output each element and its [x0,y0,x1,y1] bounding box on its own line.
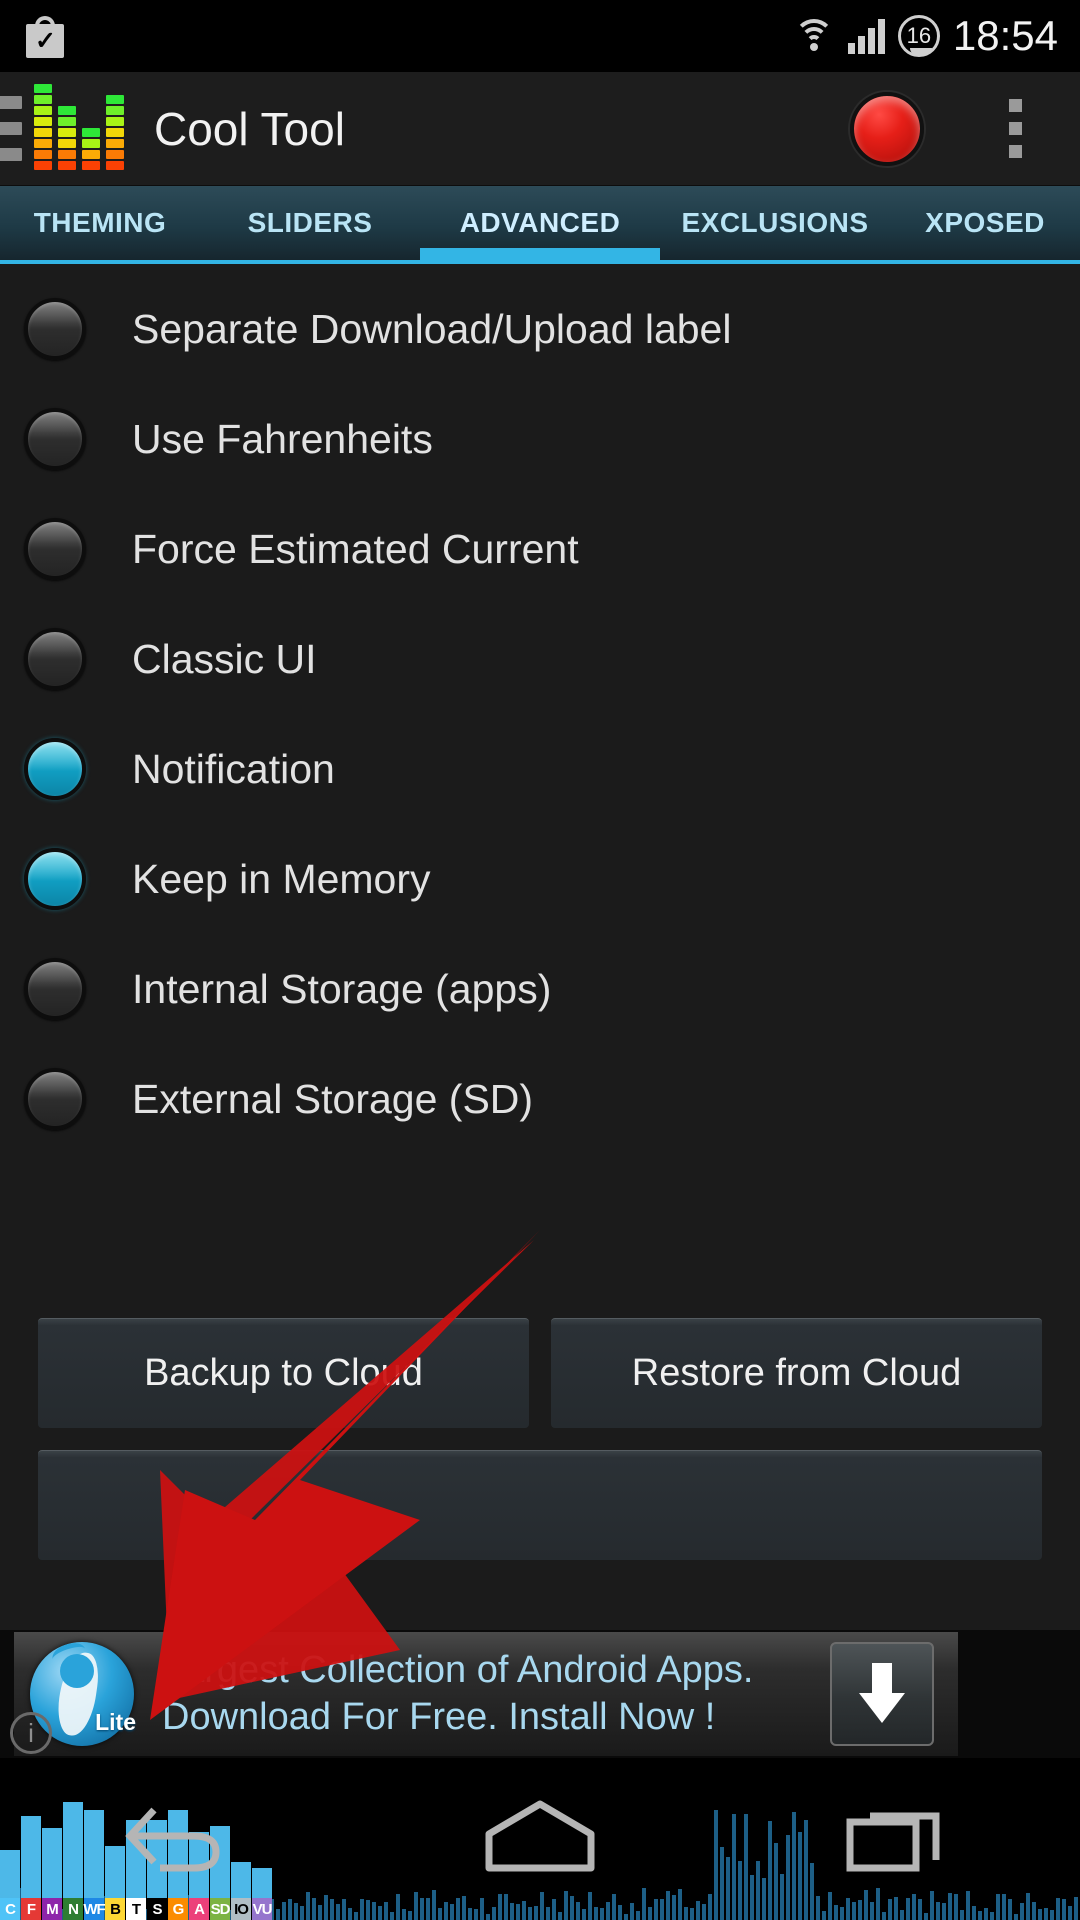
equalizer-bar [34,83,52,172]
tab-label: SLIDERS [247,207,373,238]
tab-theming[interactable]: THEMING [0,186,200,260]
setting-row[interactable]: Classic UI [0,604,1080,714]
setting-label: Keep in Memory [132,855,431,902]
battery-icon: 16 [897,15,940,57]
partial-button-left[interactable] [38,1450,1042,1560]
cloud-button-row-partial [0,1450,1080,1560]
setting-label: Internal Storage (apps) [132,965,552,1012]
tab-label: ADVANCED [459,207,621,238]
home-icon[interactable] [360,1758,720,1920]
status-bar-right: 16 18:54 [793,12,1058,60]
toggle-checkbox-icon[interactable] [24,298,86,360]
toggle-checkbox-icon[interactable] [24,848,86,910]
play-store-bag-icon: ✓ [26,14,64,58]
tab-label: XPOSED [925,207,1045,238]
setting-row[interactable]: External Storage (SD) [0,1044,1080,1154]
equalizer-bar [82,127,100,172]
status-clock: 18:54 [952,12,1058,59]
tab-label: EXCLUSIONS [681,207,869,238]
toggle-checkbox-icon[interactable] [24,958,86,1020]
ad-info-icon[interactable]: i [10,1712,52,1754]
ad-logo-badge: Lite [95,1709,136,1735]
toggle-checkbox-icon[interactable] [24,628,86,690]
setting-row[interactable]: Notification [0,714,1080,824]
settings-list: Separate Download/Upload label Use Fahren… [0,268,1080,1318]
toggle-checkbox-icon[interactable] [24,518,86,580]
recents-icon[interactable] [720,1758,1080,1920]
wifi-icon [793,18,835,54]
setting-label: Separate Download/Upload label [132,305,732,352]
cloud-button-row: Backup to Cloud Restore from Cloud [0,1318,1080,1428]
setting-row[interactable]: Separate Download/Upload label [0,274,1080,384]
tab-bar[interactable]: THEMING SLIDERS ADVANCED EXCLUSIONS XPOSED [0,186,1080,264]
setting-row[interactable]: Force Estimated Current [0,494,1080,604]
equalizer-app-icon [34,83,126,172]
setting-row[interactable]: Internal Storage (apps) [0,934,1080,1044]
status-bar: ✓ 16 18:54 [0,0,1080,72]
tab-xposed[interactable]: XPOSED [890,186,1080,260]
action-bar: Cool Tool [0,72,1080,186]
nav-icon-row [0,1758,1080,1920]
setting-label: Classic UI [132,635,317,682]
android-screen: ✓ 16 18:54 Cool Tool THEMING SLIDERS ADV… [0,0,1080,1920]
equalizer-bar [58,105,76,172]
navigation-bar: C F M N WF B T S G A SD IO VU [0,1758,1080,1920]
record-button-icon[interactable] [850,91,924,166]
ad-line-2: Download For Free. Install Now ! [162,1696,716,1738]
ad-banner[interactable]: Lite Largest Collection of Android Apps.… [0,1630,1080,1758]
toggle-checkbox-icon[interactable] [24,738,86,800]
setting-row[interactable]: Keep in Memory [0,824,1080,934]
toggle-checkbox-icon[interactable] [24,1068,86,1130]
setting-row[interactable]: Use Fahrenheits [0,384,1080,494]
tab-advanced[interactable]: ADVANCED [420,186,660,260]
cellular-signal-icon [847,18,885,54]
equalizer-bar [106,94,124,172]
download-arrow-icon[interactable] [830,1642,934,1746]
setting-label: Force Estimated Current [132,525,579,572]
tab-exclusions[interactable]: EXCLUSIONS [660,186,890,260]
ad-text: Largest Collection of Android Apps. Down… [162,1647,754,1741]
ad-banner-inner[interactable]: Lite Largest Collection of Android Apps.… [14,1632,958,1756]
backup-to-cloud-button[interactable]: Backup to Cloud [38,1318,529,1428]
cloud-button-area: Backup to Cloud Restore from Cloud [0,1318,1080,1582]
battery-level: 16 [906,23,932,48]
active-tab-indicator [420,248,660,260]
toggle-checkbox-icon[interactable] [24,408,86,470]
page-title: Cool Tool [154,102,345,155]
tab-sliders[interactable]: SLIDERS [200,186,420,260]
tab-label: THEMING [33,207,167,238]
restore-from-cloud-button[interactable]: Restore from Cloud [551,1318,1042,1428]
overflow-menu-icon[interactable] [980,86,1050,172]
setting-label: Use Fahrenheits [132,415,433,462]
ad-line-1: Largest Collection of Android Apps. [162,1648,754,1691]
setting-label: Notification [132,745,335,792]
back-icon[interactable] [0,1758,360,1920]
hamburger-menu-icon[interactable] [0,90,22,168]
setting-label: External Storage (SD) [132,1075,534,1122]
status-bar-left: ✓ [26,14,64,58]
